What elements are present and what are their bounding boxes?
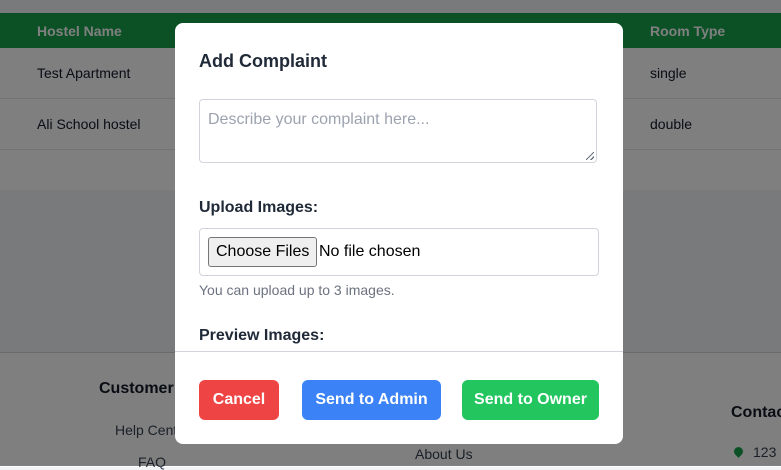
preview-images-label: Preview Images: (199, 327, 325, 344)
send-to-owner-button[interactable]: Send to Owner (462, 380, 599, 420)
file-upload-field: Choose Files No file chosen (199, 228, 599, 276)
cancel-button[interactable]: Cancel (199, 380, 279, 420)
complaint-textarea[interactable]: Describe your complaint here... (199, 99, 597, 163)
upload-images-label: Upload Images: (199, 199, 319, 216)
modal-footer-divider (175, 351, 623, 352)
file-status-text: No file chosen (319, 243, 421, 260)
modal-body: Add Complaint Describe your complaint he… (175, 23, 623, 351)
complaint-placeholder: Describe your complaint here... (208, 111, 430, 128)
upload-hint: You can upload up to 3 images. (199, 282, 395, 298)
choose-files-button[interactable]: Choose Files (208, 237, 318, 267)
resize-handle-icon[interactable] (586, 152, 594, 160)
add-complaint-modal: Add Complaint Describe your complaint he… (175, 23, 623, 444)
modal-title: Add Complaint (199, 51, 327, 71)
send-to-admin-button[interactable]: Send to Admin (302, 380, 441, 420)
